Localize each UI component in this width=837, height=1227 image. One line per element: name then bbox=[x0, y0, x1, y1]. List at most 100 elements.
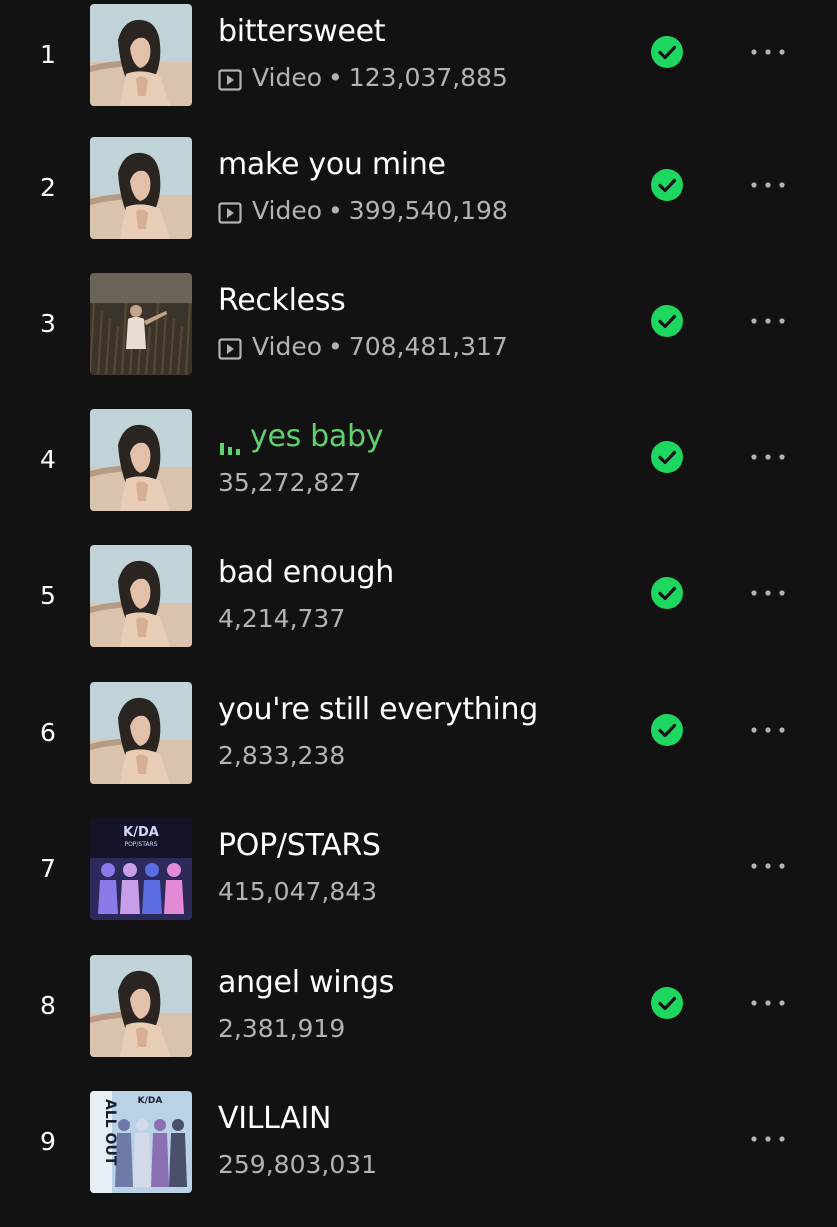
more-options-icon[interactable] bbox=[740, 714, 796, 746]
album-art-image bbox=[90, 137, 192, 239]
video-play-icon bbox=[218, 67, 242, 91]
track-meta: 2,381,919 bbox=[218, 1013, 345, 1045]
track-title[interactable]: bad enough bbox=[218, 553, 394, 593]
svg-text:K/DA: K/DA bbox=[123, 825, 159, 840]
track-rank: 3 bbox=[40, 309, 56, 338]
play-count: 2,381,919 bbox=[218, 1014, 346, 1043]
separator-dot: • bbox=[328, 196, 343, 225]
svg-text:ALL OUT: ALL OUT bbox=[102, 1099, 118, 1166]
album-art-image: K/DAPOP/STARS bbox=[90, 818, 192, 920]
album-art-image bbox=[90, 955, 192, 1057]
more-options-icon[interactable] bbox=[740, 577, 796, 609]
track-rank: 9 bbox=[40, 1127, 56, 1156]
album-art-image bbox=[90, 682, 192, 784]
separator-dot: • bbox=[328, 63, 343, 92]
equalizer-icon bbox=[218, 426, 242, 455]
check-circle-icon[interactable] bbox=[651, 714, 683, 746]
track-title[interactable]: angel wings bbox=[218, 963, 394, 1003]
album-art[interactable] bbox=[90, 409, 192, 511]
track-meta: Video • 399,540,198 bbox=[218, 195, 508, 227]
track-row[interactable]: 2 make you mine Video • 399,540,198 bbox=[0, 137, 837, 273]
track-title-text: POP/STARS bbox=[218, 828, 381, 863]
track-title[interactable]: yes baby bbox=[218, 417, 384, 457]
more-options-icon[interactable] bbox=[740, 987, 796, 1019]
album-art[interactable] bbox=[90, 4, 192, 106]
svg-text:K/DA: K/DA bbox=[138, 1096, 163, 1106]
check-circle-icon[interactable] bbox=[651, 987, 683, 1019]
track-meta: 2,833,238 bbox=[218, 740, 345, 772]
album-art-image bbox=[90, 545, 192, 647]
track-title-text: Reckless bbox=[218, 283, 346, 318]
play-count: 708,481,317 bbox=[348, 332, 508, 361]
track-row[interactable]: 8 angel wings 2,381,919 bbox=[0, 955, 837, 1091]
track-list: 1 bittersweet Video • 123,037,885 2 make you m… bbox=[0, 0, 837, 1200]
album-art[interactable] bbox=[90, 682, 192, 784]
track-title-text: you're still everything bbox=[218, 692, 538, 727]
video-play-icon bbox=[218, 200, 242, 224]
check-circle-icon[interactable] bbox=[651, 305, 683, 337]
album-art[interactable]: K/DA POP/STARS bbox=[90, 818, 192, 920]
track-title-text: angel wings bbox=[218, 965, 395, 1000]
play-count: 259,803,031 bbox=[218, 1150, 378, 1179]
album-art-image bbox=[90, 409, 192, 511]
track-rank: 6 bbox=[40, 718, 56, 747]
album-art-image bbox=[90, 273, 192, 375]
track-row[interactable]: 9 ALL OUT K/DA VILLAIN 259,803,031 bbox=[0, 1091, 837, 1227]
track-title-text: bittersweet bbox=[218, 14, 386, 49]
track-title[interactable]: Reckless bbox=[218, 281, 346, 321]
track-title-text: yes baby bbox=[250, 419, 384, 454]
album-art[interactable] bbox=[90, 955, 192, 1057]
more-options-icon[interactable] bbox=[740, 36, 796, 68]
check-circle-icon[interactable] bbox=[651, 441, 683, 473]
track-row[interactable]: 6 you're still everything 2,833,238 bbox=[0, 682, 837, 818]
more-options-icon[interactable] bbox=[740, 169, 796, 201]
track-row[interactable]: 3 Reckless Video • 708,481,317 bbox=[0, 273, 837, 409]
track-meta: Video • 123,037,885 bbox=[218, 62, 508, 94]
track-meta: Video • 708,481,317 bbox=[218, 331, 508, 363]
track-meta: 415,047,843 bbox=[218, 876, 377, 908]
track-rank: 5 bbox=[40, 581, 56, 610]
album-art[interactable] bbox=[90, 273, 192, 375]
play-count: 4,214,737 bbox=[218, 604, 346, 633]
track-title-text: VILLAIN bbox=[218, 1101, 332, 1136]
track-rank: 1 bbox=[40, 40, 56, 69]
track-row[interactable]: 4 yes baby 35,272,827 bbox=[0, 409, 837, 545]
video-label: Video bbox=[252, 196, 323, 225]
track-rank: 2 bbox=[40, 173, 56, 202]
play-count: 399,540,198 bbox=[348, 196, 508, 225]
album-art[interactable] bbox=[90, 137, 192, 239]
track-title-text: make you mine bbox=[218, 147, 446, 182]
more-options-icon[interactable] bbox=[740, 305, 796, 337]
track-rank: 7 bbox=[40, 854, 56, 883]
svg-text:POP/STARS: POP/STARS bbox=[124, 841, 157, 848]
track-row[interactable]: 1 bittersweet Video • 123,037,885 bbox=[0, 4, 837, 140]
more-options-icon[interactable] bbox=[740, 441, 796, 473]
track-title[interactable]: VILLAIN bbox=[218, 1099, 332, 1139]
track-rank: 4 bbox=[40, 445, 56, 474]
track-meta: 35,272,827 bbox=[218, 467, 361, 499]
album-art-image: ALL OUT K/DA bbox=[90, 1091, 192, 1193]
video-play-icon bbox=[218, 336, 242, 360]
check-circle-icon[interactable] bbox=[651, 169, 683, 201]
track-meta: 4,214,737 bbox=[218, 603, 345, 635]
play-count: 415,047,843 bbox=[218, 877, 378, 906]
track-meta: 259,803,031 bbox=[218, 1149, 377, 1181]
track-title-text: bad enough bbox=[218, 555, 394, 590]
more-options-icon[interactable] bbox=[740, 850, 796, 882]
track-title[interactable]: make you mine bbox=[218, 145, 446, 185]
check-circle-icon[interactable] bbox=[651, 36, 683, 68]
play-count: 2,833,238 bbox=[218, 741, 346, 770]
track-title[interactable]: bittersweet bbox=[218, 12, 386, 52]
video-label: Video bbox=[252, 332, 323, 361]
check-circle-icon[interactable] bbox=[651, 577, 683, 609]
track-title[interactable]: POP/STARS bbox=[218, 826, 381, 866]
track-row[interactable]: 7 K/DA POP/STARS POP/STARS 415,047,843 bbox=[0, 818, 837, 954]
track-row[interactable]: 5 bad enough 4,214,737 bbox=[0, 545, 837, 681]
track-title[interactable]: you're still everything bbox=[218, 690, 538, 730]
album-art[interactable]: ALL OUT K/DA bbox=[90, 1091, 192, 1193]
play-count: 123,037,885 bbox=[348, 63, 508, 92]
separator-dot: • bbox=[328, 332, 343, 361]
more-options-icon[interactable] bbox=[740, 1123, 796, 1155]
album-art-image bbox=[90, 4, 192, 106]
album-art[interactable] bbox=[90, 545, 192, 647]
